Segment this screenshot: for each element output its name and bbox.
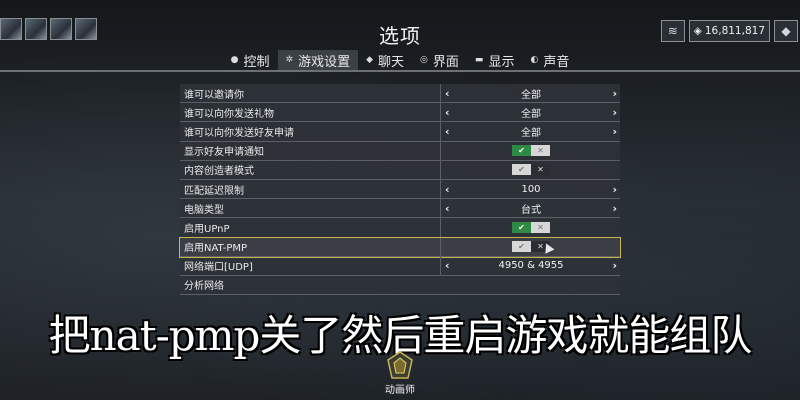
setting-value: 4950 & 4955 [498,260,564,272]
chevron-right-icon[interactable]: › [612,87,617,100]
cross-icon: ✕ [531,221,550,233]
settings-tabs: ● 控制 ✲ 游戏设置 ◆ 聊天 ◎ 界面 ▬ 显示 ◐ 声音 [0,50,800,70]
setting-label: 网络端口[UDP] [184,262,253,274]
chevron-left-icon[interactable]: ‹ [445,106,450,119]
chevron-left-icon[interactable]: ‹ [445,87,450,100]
cross-icon: ✕ [531,164,550,176]
setting-row-enable-upnp[interactable]: 启用UPnP ✔ ✕ [180,218,621,238]
setting-value: 100 [521,183,541,195]
tab-label: 声音 [543,54,570,70]
check-icon: ✔ [512,164,531,176]
tab-display[interactable]: ▬ 显示 [467,50,523,70]
toggle-switch[interactable]: ✔ ✕ [512,145,550,157]
setting-toggle-cell: ✔ ✕ [440,218,621,237]
setting-label: 电脑类型 [184,204,224,216]
top-bar: 选项 ≋ ◈ 16,811,817 ◆ [0,0,800,48]
setting-label: 谁可以邀请你 [184,89,244,101]
tab-controls[interactable]: ● 控制 [223,50,278,70]
chevron-left-icon[interactable]: ‹ [445,259,450,272]
setting-row-analyze-network[interactable]: 分析网络 [180,276,620,296]
setting-row-friend-request-notifications[interactable]: 显示好友申请通知 ✔ ✕ [180,141,621,161]
setting-value: 台式 [521,204,541,216]
check-icon: ✔ [512,145,531,157]
cross-icon: ✕ [531,145,550,157]
setting-label: 谁可以向你发送好友申请 [184,127,294,139]
mouse-icon: ● [230,55,239,65]
setting-row-who-can-send-friend-requests[interactable]: 谁可以向你发送好友申请 ‹ 全部 › [180,122,621,142]
setting-label: 内容创造者模式 [184,166,254,178]
display-icon: ▬ [474,55,484,65]
setting-value: 全部 [521,89,541,101]
interface-icon: ◎ [420,55,428,65]
chevron-left-icon[interactable]: ‹ [445,125,450,138]
setting-row-network-port[interactable]: 网络端口[UDP] ‹ 4950 & 4955 › [180,256,621,276]
setting-row-computer-type[interactable]: 电脑类型 ‹ 台式 › [180,199,621,219]
tab-audio[interactable]: ◐ 声音 [522,50,577,70]
toggle-switch[interactable]: ✔ ✕ [512,221,550,233]
setting-row-content-creator-mode[interactable]: 内容创造者模式 ✔ ✕ [180,160,621,180]
setting-selector: ‹ 全部 › [440,84,621,103]
chevron-right-icon[interactable]: › [612,125,617,138]
tab-label: 聊天 [378,54,405,70]
chevron-left-icon[interactable]: ‹ [445,183,450,196]
setting-row-who-can-invite[interactable]: 谁可以邀请你 ‹ 全部 › [180,84,621,104]
check-icon: ✔ [512,241,531,253]
tab-interface[interactable]: ◎ 界面 [412,50,467,70]
setting-row-matchmaking-ping-limit[interactable]: 匹配延迟限制 ‹ 100 › [180,179,621,200]
resources: ≋ ◈ 16,811,817 ◆ [660,20,798,42]
tab-label: 显示 [488,54,515,70]
platinum-icon[interactable]: ◆ [774,20,798,42]
setting-value: 全部 [521,108,541,120]
tab-label: 界面 [432,54,459,70]
setting-label: 谁可以向你发送礼物 [184,108,274,120]
settings-panel: 谁可以邀请你 ‹ 全部 › 谁可以向你发送礼物 ‹ 全部 › 谁可以向你发送好友… [179,84,621,296]
setting-toggle-cell: ✔ ✕ [440,141,621,160]
setting-value: 全部 [521,127,541,139]
setting-selector: ‹ 100 › [440,179,621,199]
setting-selector: ‹ 全部 › [440,103,621,122]
check-icon: ✔ [512,221,531,233]
tab-gameplay[interactable]: ✲ 游戏设置 [277,50,359,70]
toggle-switch[interactable]: ✔ ✕ [512,164,550,176]
setting-toggle-cell: ✔ ✕ [440,237,621,256]
credits-icon: ◈ [693,25,702,37]
chevron-right-icon[interactable]: › [612,259,617,272]
tab-label: 控制 [243,54,270,70]
setting-label: 启用UPnP [184,223,230,235]
setting-label: 显示好友申请通知 [184,147,264,159]
setting-label: 启用NAT-PMP [184,243,248,255]
setting-row-enable-nat-pmp[interactable]: 启用NAT-PMP ✔ ✕ [179,236,621,258]
setting-selector: ‹ 全部 › [440,122,621,141]
chevron-right-icon[interactable]: › [612,202,617,215]
chat-icon: ◆ [366,55,374,65]
credits-menu-icon[interactable]: ≋ [660,20,685,42]
setting-selector: ‹ 4950 & 4955 › [440,256,621,275]
setting-toggle-cell: ✔ ✕ [440,160,621,179]
tab-label: 游戏设置 [298,54,351,70]
chevron-right-icon[interactable]: › [612,183,617,196]
chevron-right-icon[interactable]: › [612,106,617,119]
credits-display: ◈ 16,811,817 [688,20,770,42]
setting-selector: ‹ 台式 › [440,199,621,218]
mastery-rank-emblem-icon [387,351,413,379]
setting-label: 匹配延迟限制 [184,185,244,197]
setting-row-who-can-send-gifts[interactable]: 谁可以向你发送礼物 ‹ 全部 › [180,103,621,123]
credits-value: 16,811,817 [704,25,765,37]
tab-chat[interactable]: ◆ 聊天 [358,50,412,70]
setting-label: 分析网络 [184,281,224,293]
badge-title: 动画师 [385,385,415,396]
speaker-icon: ◐ [530,55,539,65]
gear-icon: ✲ [285,55,294,65]
tabs-divider [0,70,800,72]
chevron-left-icon[interactable]: ‹ [445,202,450,215]
